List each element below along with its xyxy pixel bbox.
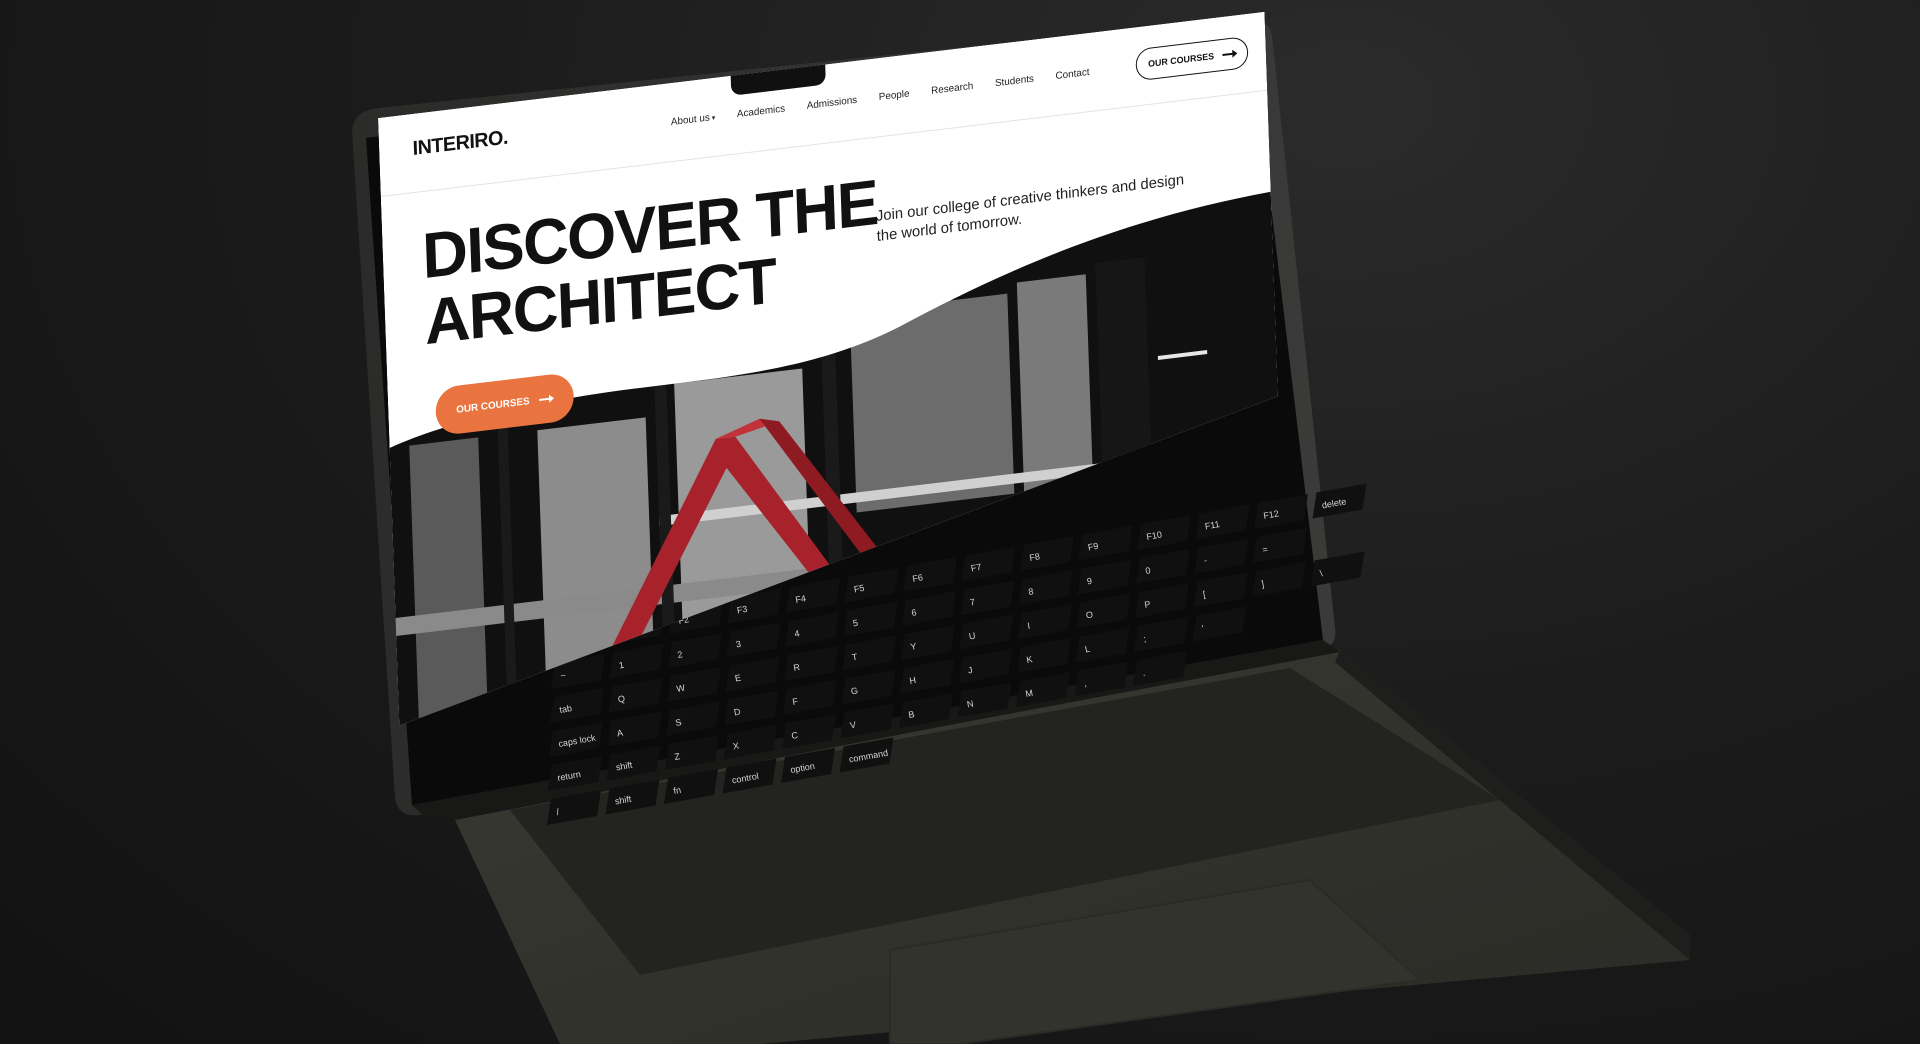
nav-students[interactable]: Students [995,74,1034,90]
keycap-label: tab [559,703,573,715]
nav-admissions[interactable]: Admissions [807,95,858,112]
nav-academics[interactable]: Academics [737,103,786,120]
keycap-label: F9 [1087,541,1099,553]
nav-about-us-label: About us [670,112,711,129]
arrow-right-icon [539,397,553,401]
logo-dot: . [502,126,509,150]
nav-research[interactable]: Research [931,81,974,97]
keycap-label: F3 [736,604,748,616]
nav-people[interactable]: People [879,88,910,103]
laptop-mockup-scene: escF1F2F3F4F5F6F7F8F9F10F11F12delete~123… [0,0,1920,1044]
keycap-label: F7 [970,562,982,574]
keycap-label: F4 [795,593,807,605]
keycap-label: F5 [853,583,865,595]
nav-contact[interactable]: Contact [1055,67,1089,82]
logo-text: INTERIRO [412,127,504,160]
nav-about-us[interactable]: About us ▾ [671,112,716,128]
arrow-right-icon [1222,52,1236,56]
main-nav: About us ▾ Academics Admissions People Re… [671,67,1090,128]
header-our-courses-button[interactable]: OUR COURSES [1135,36,1248,81]
header-button-label: OUR COURSES [1147,50,1215,69]
caret-down-icon: ▾ [711,114,716,123]
site-logo[interactable]: INTERIRO. [412,127,508,161]
hero-button-label: OUR COURSES [456,395,530,416]
keycap-label: F6 [912,572,924,584]
keycap-label: F8 [1029,551,1041,563]
